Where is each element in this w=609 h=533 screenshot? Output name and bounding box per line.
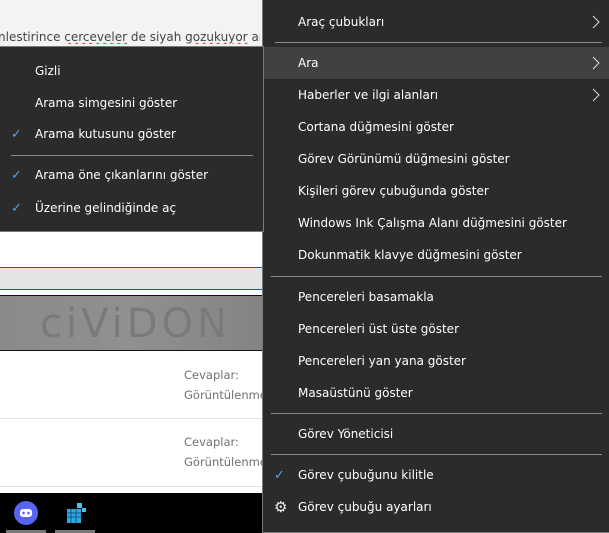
submenu-item-hidden[interactable]: Gizli (0, 55, 263, 87)
checkmark-icon: ✓ (274, 467, 285, 483)
menu-item-toolbars[interactable]: Araç çubukları (263, 6, 609, 38)
menu-item-label: Kişileri görev çubuğunda göster (298, 184, 489, 198)
menu-item-label: Pencereleri üst üste göster (298, 322, 459, 336)
banner-image: ciViDON (0, 295, 262, 351)
menu-item-label: Görev Görünümü düğmesini göster (298, 152, 510, 166)
menu-item-label: Masaüstünü göster (298, 386, 413, 400)
menu-item-lock-taskbar[interactable]: ✓ Görev çubuğunu kilitle (263, 459, 609, 491)
submenu-item-open-on-hover[interactable]: ✓ Üzerine gelindiğinde aç (0, 192, 263, 224)
checkmark-icon: ✓ (11, 200, 22, 216)
page-top-area: nlestirince cerceveler de siyah gozukuyo… (0, 0, 262, 46)
views-label: Görüntülenme (184, 388, 267, 402)
registry-icon (67, 503, 86, 523)
menu-separator (271, 454, 602, 455)
menu-item-label: Cortana düğmesini göster (298, 120, 454, 134)
menu-item-show-desktop[interactable]: Masaüstünü göster (263, 377, 609, 409)
checkmark-icon: ✓ (11, 126, 22, 142)
menu-item-people[interactable]: Kişileri görev çubuğunda göster (263, 175, 609, 207)
thread-row[interactable]: Cevaplar: Görüntülenme (0, 420, 267, 487)
taskbar-context-menu: Araç çubukları Ara Haberler ve ilgi alan… (262, 0, 609, 533)
submenu-item-show-search-box[interactable]: ✓ Arama kutusunu göster (0, 118, 263, 150)
menu-separator (275, 42, 602, 43)
snippet-text: de siyah (130, 30, 182, 44)
menu-item-label: Pencereleri basamakla (298, 290, 434, 304)
menu-item-label: Arama öne çıkanlarını göster (35, 168, 209, 182)
menu-item-label: Haberler ve ilgi alanları (298, 88, 439, 102)
taskbar (0, 493, 262, 533)
menu-item-side-by-side[interactable]: Pencereleri yan yana göster (263, 345, 609, 377)
post-text-snippet: nlestirince cerceveler de siyah gozukuyo… (0, 30, 260, 44)
taskbar-discord[interactable] (6, 493, 46, 533)
menu-item-label: Araç çubukları (298, 15, 385, 29)
snippet-text: nlestirince (0, 30, 65, 44)
submenu-item-search-highlights[interactable]: ✓ Arama öne çıkanlarını göster (0, 159, 263, 191)
menu-item-label: Ara (298, 56, 319, 70)
banner-watermark: ciViDON (40, 301, 231, 347)
chevron-right-icon (592, 88, 600, 102)
submenu-item-show-search-icon[interactable]: Arama simgesini göster (0, 87, 263, 119)
taskbar-registry[interactable] (55, 493, 95, 533)
menu-item-cortana[interactable]: Cortana düğmesini göster (263, 111, 609, 143)
menu-item-stack[interactable]: Pencereleri üst üste göster (263, 313, 609, 345)
misspelled-word: gozukuyor (185, 30, 248, 44)
menu-item-label: Dokunmatik klavye düğmesini göster (298, 248, 522, 262)
menu-item-label: Görev çubuğu ayarları (298, 500, 432, 514)
snippet-text: ama gor (251, 30, 260, 44)
page-band (0, 232, 262, 268)
replies-label: Cevaplar: (184, 435, 239, 449)
menu-item-taskbar-settings[interactable]: ⚙ Görev çubuğu ayarları (263, 491, 609, 523)
misspelled-word: cerceveler (64, 30, 128, 44)
menu-item-search[interactable]: Ara (263, 47, 609, 79)
menu-item-task-manager[interactable]: Görev Yöneticisi (263, 418, 609, 450)
page-toolbar-strip (0, 268, 262, 290)
gear-icon: ⚙ (274, 498, 288, 516)
menu-item-task-view[interactable]: Görev Görünümü düğmesini göster (263, 143, 609, 175)
replies-label: Cevaplar: (184, 368, 239, 382)
menu-separator (271, 413, 602, 414)
search-submenu: Gizli Arama simgesini göster ✓ Arama kutu… (0, 46, 264, 232)
menu-separator (271, 276, 602, 277)
chevron-right-icon (592, 56, 600, 70)
menu-item-label: Arama kutusunu göster (35, 127, 176, 141)
checkmark-icon: ✓ (11, 167, 22, 183)
views-label: Görüntülenme (184, 455, 267, 469)
chevron-right-icon (592, 15, 600, 29)
thread-row[interactable]: Cevaplar: Görüntülenme (0, 352, 267, 419)
discord-icon (14, 501, 38, 525)
menu-item-cascade[interactable]: Pencereleri basamakla (263, 281, 609, 313)
menu-separator (11, 155, 253, 156)
menu-item-label: Üzerine gelindiğinde aç (35, 201, 177, 215)
menu-item-news[interactable]: Haberler ve ilgi alanları (263, 79, 609, 111)
menu-item-label: Görev Yöneticisi (298, 427, 394, 441)
menu-item-label: Pencereleri yan yana göster (298, 354, 466, 368)
menu-item-label: Arama simgesini göster (35, 96, 178, 110)
menu-item-label: Görev çubuğunu kilitle (298, 468, 434, 482)
menu-item-label: Windows Ink Çalışma Alanı düğmesini göst… (298, 216, 567, 230)
menu-item-label: Gizli (35, 64, 61, 78)
menu-item-touch-keyboard[interactable]: Dokunmatik klavye düğmesini göster (263, 239, 609, 271)
menu-item-ink[interactable]: Windows Ink Çalışma Alanı düğmesini göst… (263, 207, 609, 239)
